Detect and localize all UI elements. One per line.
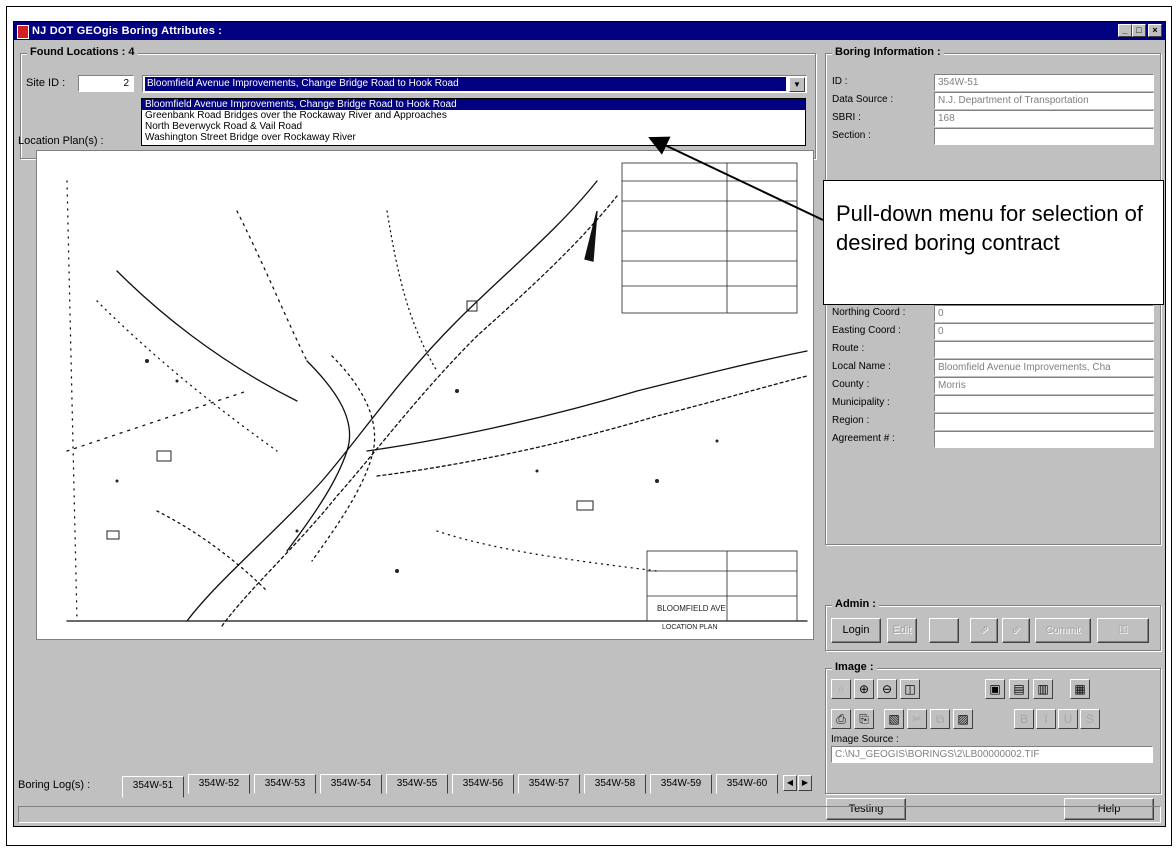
callout-arrow — [648, 136, 824, 221]
